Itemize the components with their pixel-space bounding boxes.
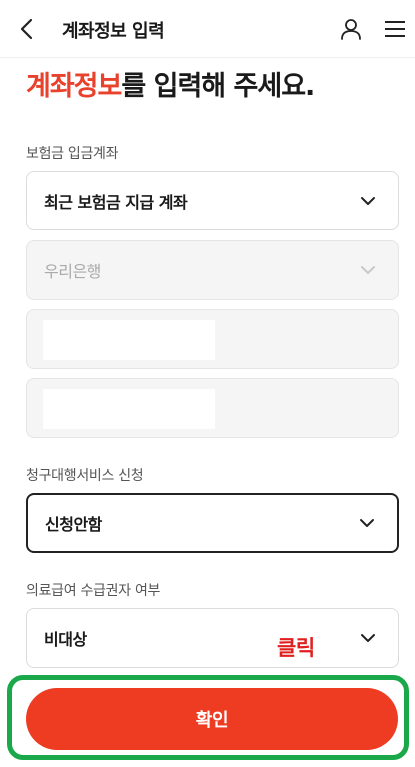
claim-service-value: 신청안함 (45, 515, 102, 534)
app-header: 계좌정보 입력 (0, 0, 415, 58)
headline-accent: 계좌정보 (26, 71, 122, 102)
medical-aid-label: 의료급여 수급권자 여부 (26, 583, 161, 599)
chevron-down-icon (360, 519, 374, 527)
chevron-down-icon (361, 196, 375, 205)
medical-aid-select[interactable]: 비대상 (26, 608, 399, 668)
click-annotation: 클릭 (277, 636, 315, 660)
chevron-down-icon (361, 634, 375, 642)
bank-value: 우리은행 (44, 262, 101, 281)
account-number-field (26, 309, 399, 369)
claim-service-select[interactable]: 신청안함 (26, 493, 399, 553)
menu-button[interactable] (382, 16, 408, 42)
confirm-button[interactable]: 확인 (26, 688, 398, 750)
account-type-select[interactable]: 최근 보험금 지급 계좌 (26, 171, 399, 230)
bank-select: 우리은행 (26, 240, 399, 300)
account-type-value: 최근 보험금 지급 계좌 (44, 192, 188, 212)
account-section-label: 보험금 입금계좌 (26, 146, 119, 162)
page-title: 계좌정보 입력 (62, 21, 165, 42)
account-holder-field (26, 378, 399, 438)
chevron-down-icon (361, 266, 375, 274)
claim-service-label: 청구대행서비스 신청 (26, 468, 144, 484)
redacted-mask (43, 320, 215, 360)
back-button[interactable] (12, 15, 40, 43)
hamburger-menu-icon (385, 21, 405, 37)
headline: 계좌정보를 입력해 주세요. (26, 64, 315, 103)
user-icon (341, 19, 361, 40)
user-button[interactable] (338, 16, 364, 42)
redacted-mask (43, 389, 215, 429)
chevron-left-icon (20, 18, 33, 40)
medical-aid-value: 비대상 (44, 630, 87, 649)
headline-rest: 를 입력해 주세요. (121, 71, 315, 102)
